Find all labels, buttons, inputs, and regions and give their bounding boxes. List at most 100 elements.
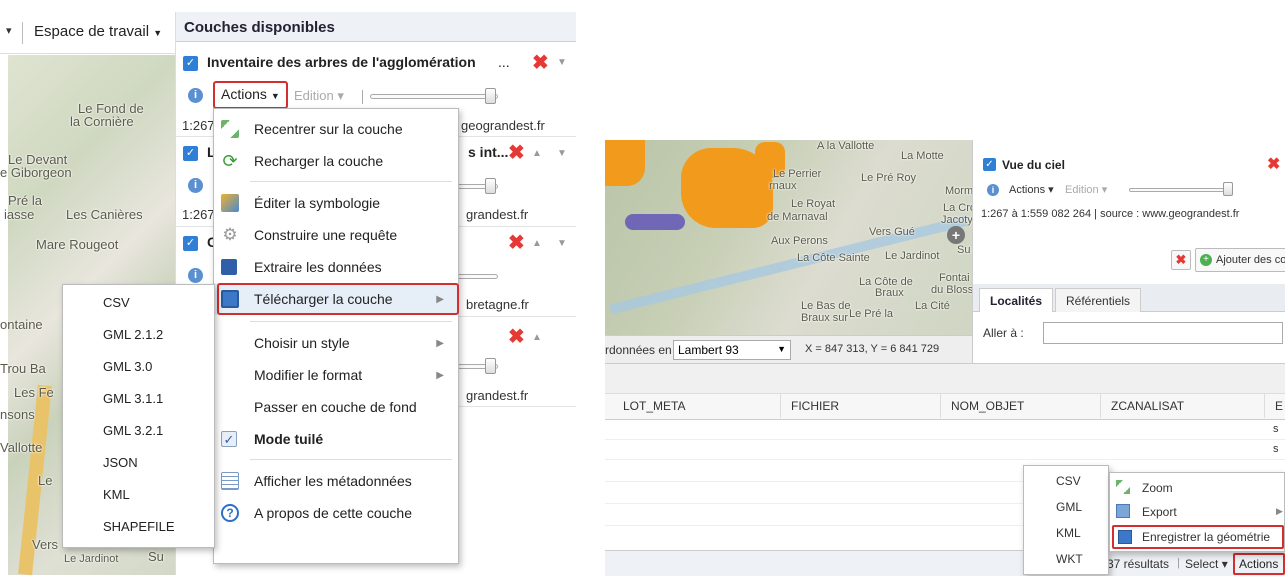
coordinates-value: X = 847 313, Y = 6 841 729 bbox=[805, 343, 940, 355]
menu-item-reload[interactable]: ⟳ Recharger la couche bbox=[214, 145, 458, 177]
format-option-gml30[interactable]: GML 3.0 bbox=[63, 359, 214, 374]
chevron-down-icon[interactable]: ▾ bbox=[6, 24, 12, 37]
tab-bar: Localités Référentiels bbox=[973, 284, 1285, 312]
format-option-csv[interactable]: CSV bbox=[1056, 474, 1081, 488]
chevron-up-icon[interactable]: ▲ bbox=[532, 148, 542, 159]
save-icon bbox=[1118, 530, 1132, 544]
map-view[interactable]: A la Vallotte La Motte Le Perrier rnaux … bbox=[605, 140, 984, 335]
menu-item-edit-symbology[interactable]: Éditer la symbologie bbox=[214, 187, 458, 219]
edition-button[interactable]: Edition ▾ bbox=[1065, 183, 1107, 196]
opacity-slider-handle[interactable] bbox=[485, 178, 496, 194]
chevron-up-icon[interactable]: ▲ bbox=[532, 238, 542, 249]
format-option-json[interactable]: JSON bbox=[63, 455, 214, 470]
goto-input[interactable] bbox=[1043, 322, 1283, 344]
format-option-gml212[interactable]: GML 2.1.2 bbox=[63, 327, 214, 342]
add-layers-button[interactable]: + Ajouter des couches bbox=[1195, 248, 1285, 272]
map-label: La Cité bbox=[915, 300, 950, 312]
reload-icon: ⟳ bbox=[222, 151, 238, 171]
format-option-gml[interactable]: GML bbox=[1056, 500, 1082, 514]
workspace-menu[interactable]: Espace de travail ▼ bbox=[34, 23, 162, 40]
download-formats-menu: CSV GML 2.1.2 GML 3.0 GML 3.1.1 GML 3.2.… bbox=[62, 284, 215, 548]
map-label: e Giborgeon bbox=[0, 165, 72, 180]
format-option-kml[interactable]: KML bbox=[63, 487, 214, 502]
table-row[interactable]: s bbox=[605, 440, 1285, 460]
column-header[interactable]: ZCANALISAT bbox=[1101, 394, 1265, 418]
actions-menu-button[interactable]: Actions bbox=[1233, 553, 1285, 575]
opacity-slider-handle[interactable] bbox=[485, 88, 496, 104]
opacity-slider-track[interactable] bbox=[370, 94, 498, 99]
tab-localites[interactable]: Localités bbox=[979, 288, 1054, 312]
remove-layer-icon[interactable]: ✖ bbox=[508, 327, 525, 347]
opacity-slider-handle[interactable] bbox=[485, 358, 496, 374]
add-icon[interactable]: + bbox=[947, 226, 965, 244]
format-option-csv[interactable]: CSV bbox=[63, 295, 214, 310]
tab-referentiels[interactable]: Référentiels bbox=[1055, 288, 1142, 312]
actions-button[interactable]: Actions ▾ bbox=[1009, 183, 1054, 196]
chevron-up-icon[interactable]: ▲ bbox=[532, 332, 542, 343]
menu-item-set-basemap[interactable]: Passer en couche de fond bbox=[214, 391, 458, 423]
menu-item-show-metadata[interactable]: Afficher les métadonnées bbox=[214, 465, 458, 497]
column-header[interactable]: E bbox=[1265, 394, 1285, 418]
info-icon[interactable]: i bbox=[987, 184, 999, 196]
table-row[interactable]: s bbox=[605, 420, 1285, 440]
menu-item-zoom[interactable]: Zoom bbox=[1110, 477, 1285, 499]
layer-visibility-checkbox[interactable]: ✓ bbox=[183, 56, 198, 71]
map-label: de Marnaval bbox=[767, 211, 828, 223]
format-option-gml311[interactable]: GML 3.1.1 bbox=[63, 391, 214, 406]
menu-item-about-layer[interactable]: ? A propos de cette couche bbox=[214, 497, 458, 529]
edition-button[interactable]: Edition ▾ bbox=[294, 88, 344, 104]
info-icon[interactable]: i bbox=[188, 178, 203, 193]
menu-item-export[interactable]: Export ▶ bbox=[1110, 501, 1285, 523]
chevron-down-icon[interactable]: ▼ bbox=[557, 57, 567, 68]
layer-visibility-checkbox[interactable]: ✓ bbox=[183, 146, 198, 161]
menu-separator bbox=[250, 181, 452, 182]
info-icon[interactable]: i bbox=[188, 88, 203, 103]
info-icon[interactable]: i bbox=[188, 268, 203, 283]
list-icon bbox=[221, 472, 239, 490]
format-option-shapefile[interactable]: SHAPEFILE bbox=[63, 519, 214, 534]
layer-visibility-checkbox[interactable]: ✓ bbox=[983, 158, 996, 171]
menu-item-build-query[interactable]: ⚙ Construire une requête bbox=[214, 219, 458, 251]
cell-value: s bbox=[1273, 443, 1279, 455]
map-label: Mare Rougeot bbox=[36, 237, 119, 252]
map-label: Su bbox=[957, 244, 971, 256]
menu-item-save-geometry[interactable]: Enregistrer la géométrie bbox=[1112, 525, 1284, 549]
remove-layer-icon[interactable]: ✖ bbox=[532, 53, 549, 73]
chevron-down-icon[interactable]: ▼ bbox=[557, 238, 567, 249]
data-overlay bbox=[625, 214, 685, 230]
select-menu[interactable]: Select ▾ bbox=[1185, 557, 1228, 571]
opacity-slider-track[interactable] bbox=[1129, 188, 1233, 192]
menu-item-change-format[interactable]: Modifier le format ▶ bbox=[214, 359, 458, 391]
map-label: Le Jardinot bbox=[64, 553, 119, 565]
menu-item-tiled-mode[interactable]: ✓ Mode tuilé bbox=[214, 423, 458, 455]
data-overlay bbox=[605, 140, 645, 186]
column-header[interactable]: NOM_OBJET bbox=[941, 394, 1101, 418]
remove-layer-icon[interactable]: ✖ bbox=[508, 143, 525, 163]
projection-select[interactable]: Lambert 93 ▼ bbox=[673, 340, 791, 360]
column-header[interactable]: FICHIER bbox=[781, 394, 941, 418]
coordinates-bar: rdonnées en Lambert 93 ▼ X = 847 313, Y … bbox=[605, 335, 972, 363]
format-option-wkt[interactable]: WKT bbox=[1056, 552, 1083, 566]
remove-button[interactable]: ✖ bbox=[1171, 250, 1191, 270]
layer-source: bretagne.fr bbox=[466, 297, 529, 312]
format-option-gml321[interactable]: GML 3.2.1 bbox=[63, 423, 214, 438]
format-option-kml[interactable]: KML bbox=[1056, 526, 1081, 540]
menu-item-extract-data[interactable]: Extraire les données bbox=[214, 251, 458, 283]
column-header[interactable]: LOT_META bbox=[613, 394, 781, 418]
divider bbox=[22, 22, 23, 44]
help-icon: ? bbox=[221, 504, 239, 522]
menu-item-choose-style[interactable]: Choisir un style ▶ bbox=[214, 327, 458, 359]
opacity-slider-handle[interactable] bbox=[1223, 182, 1233, 196]
map-label: nsons bbox=[0, 407, 35, 422]
grid-footer: 37 résultats | Select ▾ Actions bbox=[605, 550, 1285, 576]
remove-layer-icon[interactable]: ✖ bbox=[508, 233, 525, 253]
map-label: iasse bbox=[4, 207, 35, 222]
layer-visibility-checkbox[interactable]: ✓ bbox=[183, 236, 198, 251]
map-label: Les Fe bbox=[14, 385, 54, 400]
remove-layer-icon[interactable]: ✖ bbox=[1267, 156, 1280, 174]
map-label: La Motte bbox=[901, 150, 944, 162]
menu-item-recenter[interactable]: Recentrer sur la couche bbox=[214, 113, 458, 145]
chevron-down-icon[interactable]: ▼ bbox=[557, 148, 567, 159]
extract-icon bbox=[221, 259, 237, 275]
map-label: Jacoty bbox=[941, 214, 973, 226]
